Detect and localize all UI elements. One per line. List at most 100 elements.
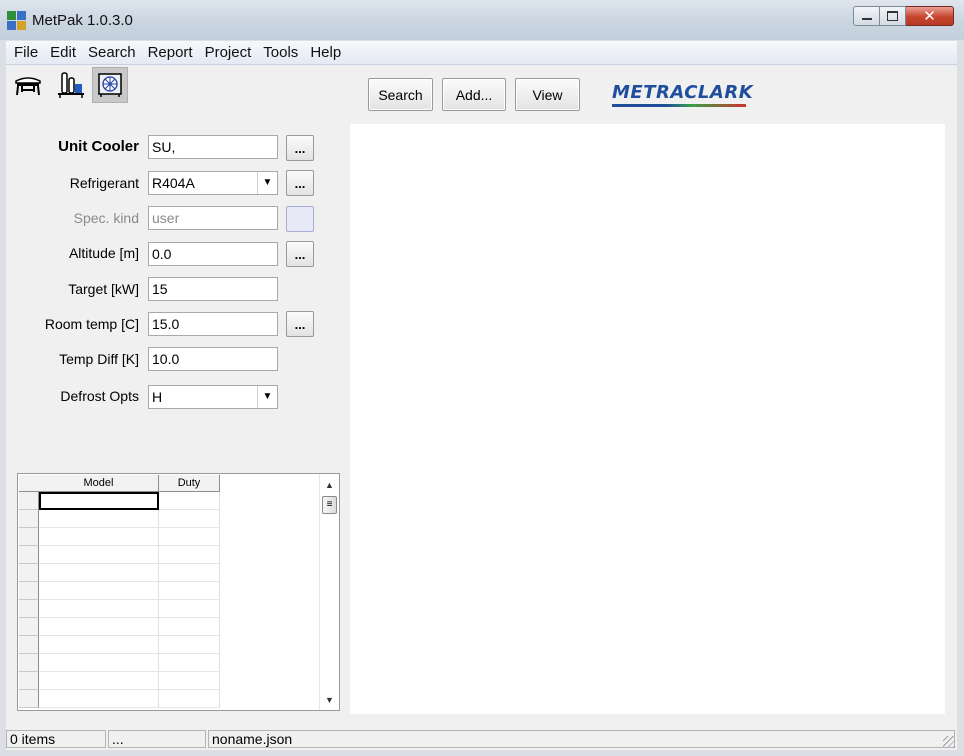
grid-cell-model[interactable] [39, 510, 159, 528]
row-header[interactable] [19, 546, 39, 564]
window-title: MetPak 1.0.3.0 [32, 12, 133, 29]
grid-cell-duty[interactable] [159, 636, 220, 654]
refrigerant-browse-button[interactable]: ... [286, 170, 314, 196]
column-header-duty[interactable]: Duty [159, 475, 220, 492]
row-header[interactable] [19, 600, 39, 618]
refrigerant-value: R404A [152, 175, 195, 191]
menu-tools[interactable]: Tools [258, 44, 303, 61]
defrost-label: Defrost Opts [60, 388, 139, 404]
unit-cooler-mode-button[interactable] [92, 67, 128, 103]
chevron-down-icon[interactable]: ▼ [257, 172, 277, 194]
metraclark-logo: METRACLARK [612, 82, 754, 109]
unit-cooler-field[interactable]: SU, [148, 135, 278, 159]
grid-cell-model[interactable] [39, 636, 159, 654]
condenser-mode-button[interactable] [10, 67, 46, 103]
defrost-value: H [152, 389, 163, 405]
grid-cell-duty[interactable] [159, 510, 220, 528]
compressor-mode-button[interactable] [53, 67, 89, 103]
spec-kind-browse-button [286, 206, 314, 232]
grid-cell-duty[interactable] [159, 600, 220, 618]
view-button[interactable]: View [515, 78, 580, 111]
scroll-up-icon[interactable]: ▲ [320, 476, 339, 493]
row-header[interactable] [19, 492, 39, 510]
grid-corner [19, 475, 40, 492]
grid-cell-duty[interactable] [159, 582, 220, 600]
grid-cell-duty[interactable] [159, 672, 220, 690]
chevron-down-icon[interactable]: ▼ [257, 386, 277, 408]
scroll-thumb[interactable]: ≡ [322, 496, 337, 514]
row-header[interactable] [19, 690, 39, 708]
menu-search[interactable]: Search [83, 44, 141, 61]
column-header-model[interactable]: Model [39, 475, 159, 492]
defrost-select[interactable]: H ▼ [148, 385, 278, 409]
grid-cell-duty[interactable] [159, 654, 220, 672]
row-header[interactable] [19, 564, 39, 582]
grid-cell-duty[interactable] [159, 528, 220, 546]
grid-scrollbar[interactable]: ▲ ≡ ▼ [319, 474, 339, 710]
temp-diff-label: Temp Diff [K] [59, 351, 139, 367]
grid-cell-duty[interactable] [159, 546, 220, 564]
row-header[interactable] [19, 654, 39, 672]
row-header[interactable] [19, 582, 39, 600]
menu-report[interactable]: Report [143, 44, 198, 61]
grid-cell-model[interactable] [39, 654, 159, 672]
status-bar: 0 items ... noname.json [6, 729, 957, 750]
target-field[interactable]: 15 [148, 277, 278, 301]
menu-bar: File Edit Search Report Project Tools He… [6, 41, 957, 65]
room-temp-browse-button[interactable]: ... [286, 311, 314, 337]
status-info: ... [108, 730, 206, 748]
room-temp-label: Room temp [C] [44, 316, 139, 332]
target-label: Target [kW] [68, 281, 139, 297]
grid-cell-duty[interactable] [159, 690, 220, 708]
maximize-button[interactable] [880, 6, 906, 26]
refrigerant-select[interactable]: R404A ▼ [148, 171, 278, 195]
room-temp-field[interactable]: 15.0 [148, 312, 278, 336]
row-header[interactable] [19, 528, 39, 546]
menu-help[interactable]: Help [305, 44, 346, 61]
app-icon [7, 11, 27, 31]
temp-diff-field[interactable]: 10.0 [148, 347, 278, 371]
preview-panel [350, 124, 945, 714]
add-button[interactable]: Add... [442, 78, 506, 111]
row-header[interactable] [19, 618, 39, 636]
grid-cell-model[interactable] [39, 546, 159, 564]
compressor-unit-icon [58, 72, 84, 98]
grid-cell-duty[interactable] [159, 564, 220, 582]
grid-cell-model[interactable] [39, 528, 159, 546]
grid-cell-model[interactable] [39, 600, 159, 618]
unit-cooler-label: Unit Cooler [58, 138, 139, 155]
altitude-browse-button[interactable]: ... [286, 241, 314, 267]
altitude-field[interactable]: 0.0 [148, 242, 278, 266]
row-header[interactable] [19, 510, 39, 528]
logo-text: METRACLARK [612, 82, 754, 103]
grid-cell-duty[interactable] [159, 618, 220, 636]
maximize-icon [887, 11, 898, 21]
refrigerant-label: Refrigerant [69, 175, 139, 191]
grid-cell-duty[interactable] [159, 492, 220, 510]
main-panel: Search Add... View METRACLARK Unit Coole… [6, 65, 957, 729]
minimize-icon [861, 18, 872, 20]
menu-edit[interactable]: Edit [45, 44, 81, 61]
grid-cell-model[interactable] [39, 690, 159, 708]
unit-cooler-icon [98, 73, 122, 97]
search-button[interactable]: Search [368, 78, 433, 111]
grid-cell-model[interactable] [39, 564, 159, 582]
row-header[interactable] [19, 636, 39, 654]
scroll-down-icon[interactable]: ▼ [320, 691, 339, 708]
grid-cell-model[interactable] [39, 672, 159, 690]
selected-cell[interactable] [39, 492, 159, 510]
grid-cell-model[interactable] [39, 582, 159, 600]
row-header[interactable] [19, 672, 39, 690]
spec-kind-field: user [148, 206, 278, 230]
unit-cooler-browse-button[interactable]: ... [286, 135, 314, 161]
menu-project[interactable]: Project [200, 44, 257, 61]
menu-file[interactable]: File [6, 44, 43, 61]
close-button[interactable]: ✕ [906, 6, 954, 26]
altitude-label: Altitude [m] [68, 245, 139, 261]
results-grid[interactable]: Model Duty ▲ ≡ ▼ [17, 473, 340, 711]
close-icon: ✕ [923, 8, 936, 25]
condenser-unit-icon [15, 77, 41, 96]
resize-grip-icon[interactable] [943, 736, 955, 748]
grid-cell-model[interactable] [39, 618, 159, 636]
minimize-button[interactable] [853, 6, 880, 26]
